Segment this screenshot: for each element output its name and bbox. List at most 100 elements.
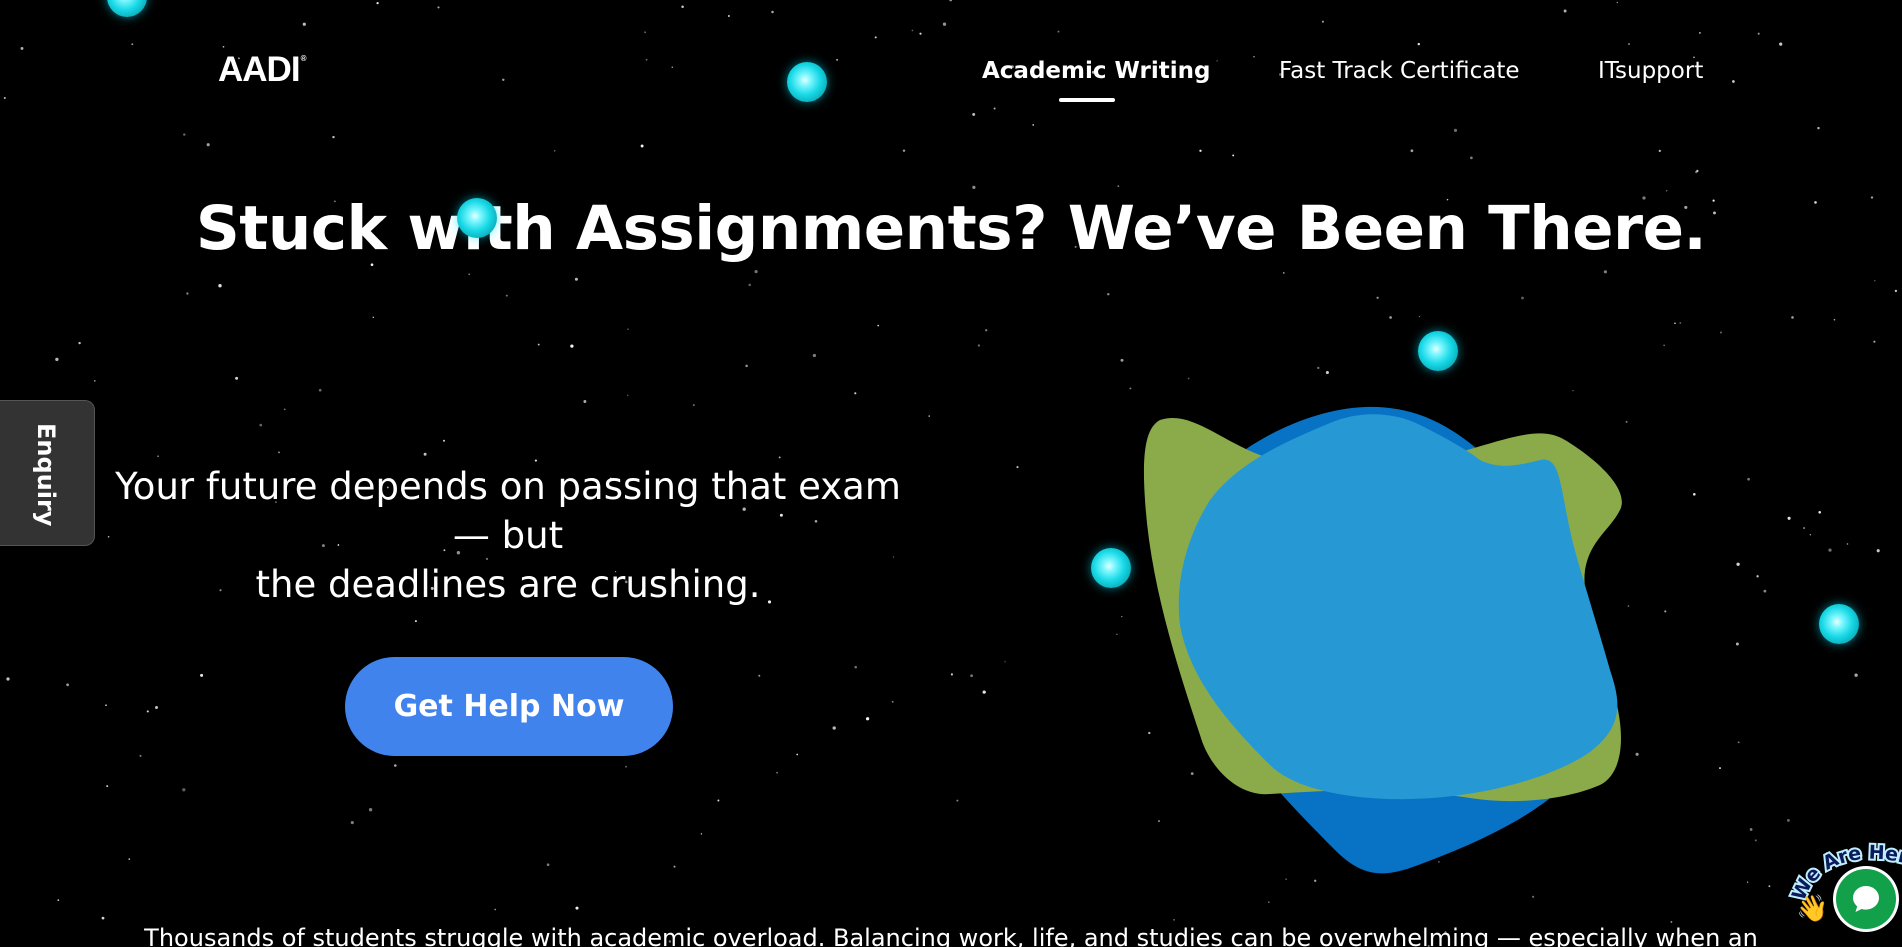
star xyxy=(94,380,96,382)
star xyxy=(283,408,286,411)
star xyxy=(1016,466,1019,469)
star xyxy=(78,341,81,345)
star xyxy=(468,273,471,276)
star xyxy=(1268,901,1270,903)
star xyxy=(157,455,159,458)
star xyxy=(1787,819,1790,822)
star xyxy=(1746,881,1749,883)
floating-orb xyxy=(1819,604,1859,644)
star xyxy=(745,364,748,368)
star xyxy=(1116,633,1118,636)
nav-item-itsupport[interactable]: ITsupport xyxy=(1598,58,1703,84)
floating-orb xyxy=(787,62,827,102)
star xyxy=(1756,575,1759,578)
nav-item-fast-track-certificate[interactable]: Fast Track Certificate xyxy=(1279,58,1520,84)
star xyxy=(1757,32,1760,35)
star xyxy=(902,149,906,152)
star xyxy=(350,821,354,825)
star xyxy=(186,292,189,295)
star xyxy=(218,284,222,288)
star xyxy=(771,10,774,14)
star xyxy=(235,376,239,380)
star xyxy=(131,43,134,46)
hero-subtext: Your future depends on passing that exam… xyxy=(108,462,908,609)
star xyxy=(1747,477,1750,481)
waving-hand-icon: 👋 xyxy=(1796,894,1829,924)
star xyxy=(1754,839,1757,842)
star xyxy=(1417,42,1421,46)
star xyxy=(1470,156,1473,160)
star xyxy=(128,858,131,860)
star xyxy=(754,270,758,274)
star xyxy=(1117,185,1120,187)
abstract-blob-illustration xyxy=(1143,406,1622,874)
get-help-now-button[interactable]: Get Help Now xyxy=(345,657,673,756)
star xyxy=(505,294,508,297)
landing-page: AADI® Academic Writing Fast Track Certif… xyxy=(0,0,1902,947)
star xyxy=(376,1,379,5)
star xyxy=(970,674,973,678)
star xyxy=(1833,318,1836,321)
star xyxy=(372,316,375,319)
star xyxy=(993,107,996,110)
star xyxy=(1389,316,1392,319)
star xyxy=(644,31,646,34)
star xyxy=(368,808,373,812)
floating-orb xyxy=(1091,548,1131,588)
star xyxy=(183,133,186,136)
star xyxy=(1670,921,1673,923)
hero-headline: Stuck with Assignments? We’ve Been There… xyxy=(195,193,1707,264)
main-nav: Academic Writing Fast Track Certificate … xyxy=(0,58,1902,102)
nav-item-academic-writing[interactable]: Academic Writing xyxy=(982,58,1210,84)
star xyxy=(1563,9,1567,13)
chat-widget[interactable]: We Are Here 👋 xyxy=(1786,832,1902,947)
enquiry-tab[interactable]: Enquiry xyxy=(0,400,95,546)
chat-open-button[interactable] xyxy=(1836,869,1896,929)
star xyxy=(57,899,60,901)
floating-orb xyxy=(1418,331,1458,371)
star xyxy=(1696,169,1699,173)
star xyxy=(1616,1,1619,4)
star xyxy=(442,439,446,442)
star xyxy=(700,833,703,835)
star xyxy=(950,673,954,676)
star xyxy=(1737,741,1740,744)
star xyxy=(55,357,59,362)
star xyxy=(1032,124,1035,126)
star xyxy=(748,283,751,287)
star xyxy=(832,726,836,730)
star xyxy=(972,185,976,189)
floating-orb xyxy=(457,198,497,238)
star xyxy=(105,704,107,706)
star xyxy=(919,32,922,35)
intro-paragraph: Thousands of students struggle with acad… xyxy=(144,924,1758,947)
star xyxy=(414,620,417,623)
star xyxy=(1873,340,1876,343)
star xyxy=(200,673,204,677)
star xyxy=(692,404,695,407)
star xyxy=(259,423,263,427)
star xyxy=(1603,270,1608,274)
star xyxy=(1693,493,1696,496)
star xyxy=(155,706,158,709)
star xyxy=(1874,280,1876,282)
star xyxy=(1749,828,1753,831)
hero-subtext-line: Your future depends on passing that exam xyxy=(115,465,901,508)
star xyxy=(1663,344,1665,346)
star xyxy=(865,717,870,721)
star xyxy=(66,683,69,687)
star xyxy=(911,29,914,32)
star xyxy=(583,400,587,403)
star xyxy=(1828,548,1832,552)
star xyxy=(318,388,322,392)
star xyxy=(673,865,676,868)
star xyxy=(1876,549,1880,553)
star xyxy=(1665,190,1668,192)
star xyxy=(1736,562,1740,566)
star xyxy=(494,908,497,911)
star xyxy=(1763,589,1767,593)
hero-subtext-line: — but xyxy=(452,514,564,557)
star xyxy=(222,45,225,48)
enquiry-label: Enquiry xyxy=(32,423,60,527)
star xyxy=(302,22,306,26)
